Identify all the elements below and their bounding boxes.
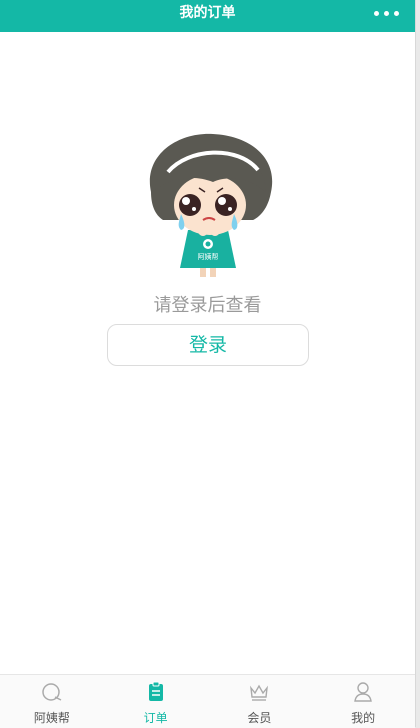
page-title: 我的订单 <box>179 5 236 21</box>
phone-screen: 我的订单 阿姨帮 请登录后查看 登录 阿姨帮 订单 会员 我的 <box>0 0 416 728</box>
crying-mascot-illustration: 阿姨帮 <box>149 133 273 277</box>
tab-mine[interactable]: 我的 <box>311 675 415 728</box>
more-dot-icon <box>384 11 389 16</box>
login-prompt-text: 请登录后查看 <box>153 295 262 316</box>
login-button[interactable]: 登录 <box>107 324 309 366</box>
title-bar: 我的订单 <box>0 0 415 32</box>
tab-membership[interactable]: 会员 <box>208 675 312 728</box>
apron-logo-text: 阿姨帮 <box>198 252 219 261</box>
crown-icon <box>250 684 269 701</box>
order-clipboard-icon <box>148 681 163 701</box>
home-icon <box>42 683 62 701</box>
tab-orders[interactable]: 订单 <box>104 675 208 728</box>
more-dot-icon <box>374 11 379 16</box>
more-dot-icon <box>394 11 399 16</box>
more-options-button[interactable] <box>369 6 399 16</box>
bottom-tab-bar: 阿姨帮 订单 会员 我的 <box>0 674 415 728</box>
tab-label: 阿姨帮 <box>33 711 70 725</box>
tab-label: 订单 <box>143 711 168 725</box>
user-icon <box>354 682 372 702</box>
tab-ayibang[interactable]: 阿姨帮 <box>0 675 104 728</box>
tab-label: 我的 <box>351 711 376 725</box>
tab-label: 会员 <box>247 711 272 725</box>
